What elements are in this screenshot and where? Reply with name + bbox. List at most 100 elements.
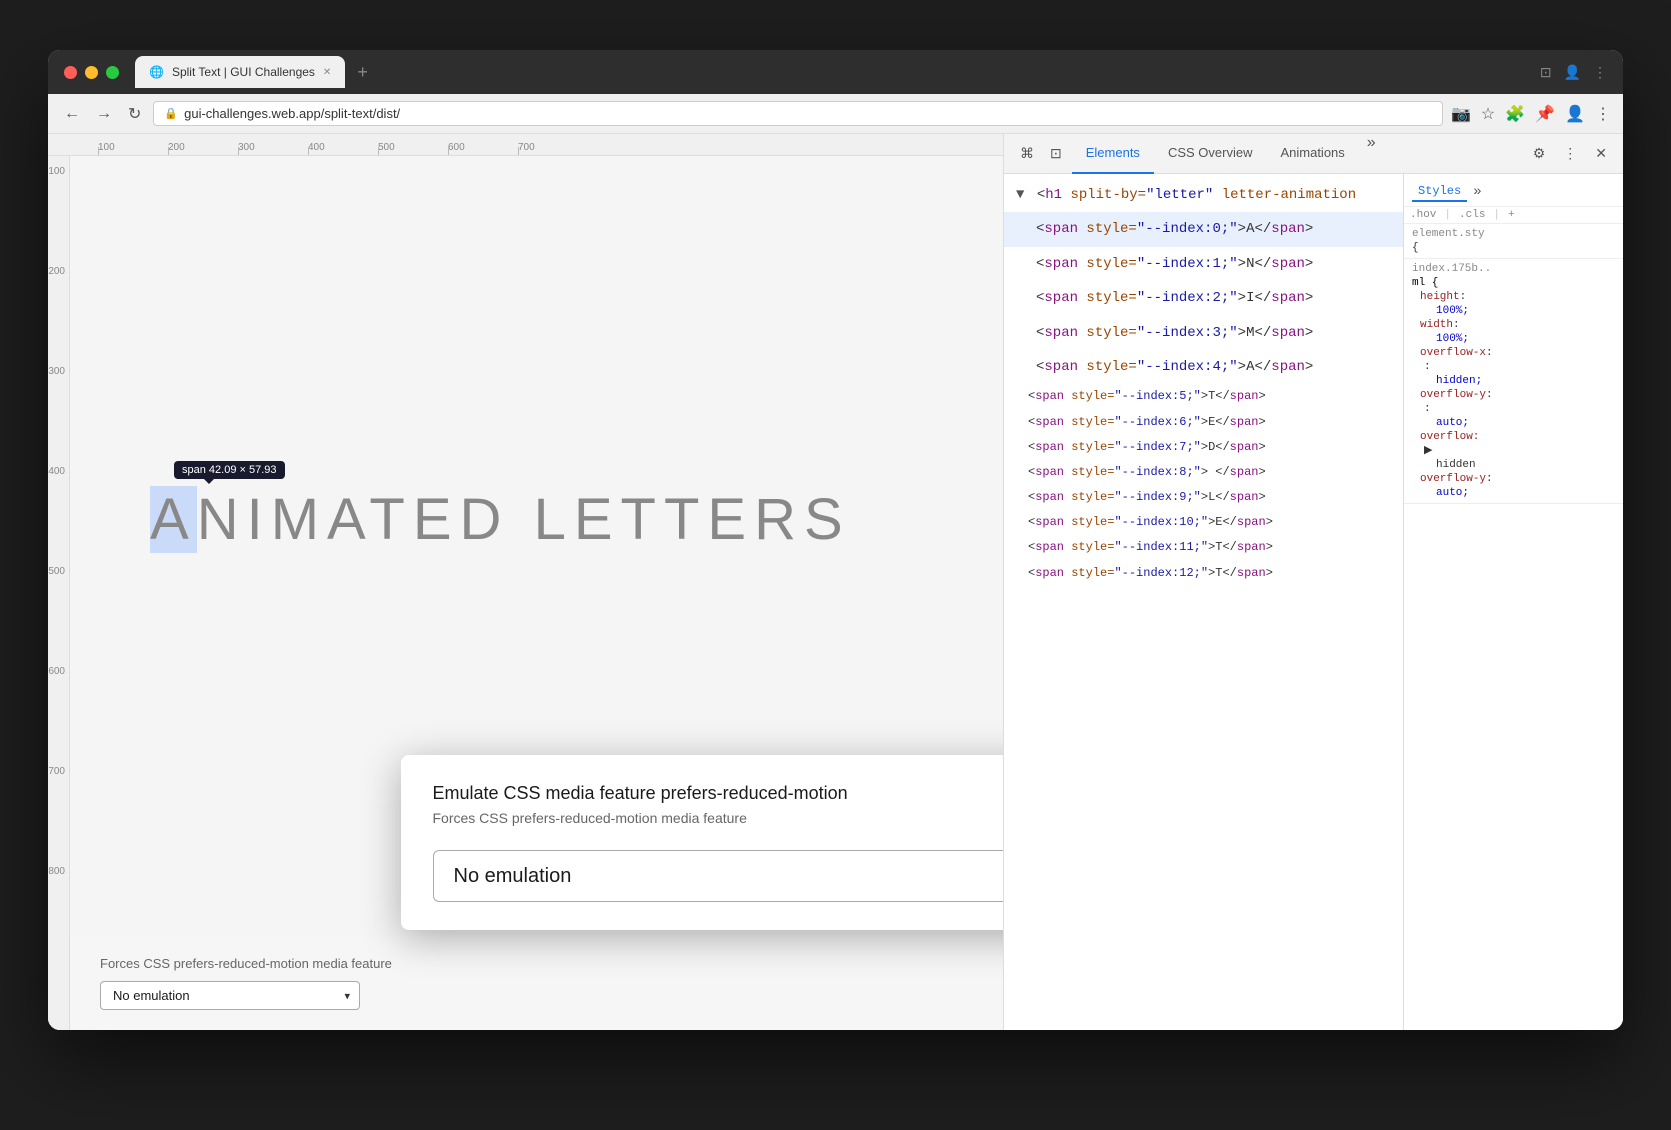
style-element-label: element.sty	[1412, 228, 1615, 240]
maximize-button[interactable]	[106, 66, 119, 79]
emulation-popup-title: Emulate CSS media feature prefers-reduce…	[433, 783, 1004, 804]
bg-emulation-select[interactable]: No emulation prefers-reduced-motion: red…	[100, 981, 360, 1010]
style-html-rule: index.175b.. ml { height: 100%; width:	[1404, 259, 1623, 504]
bookmark-icon[interactable]: ☆	[1481, 104, 1495, 124]
devtools-tab-css-overview[interactable]: CSS Overview	[1154, 134, 1267, 174]
dom-line-h1: ▼ <h1 split-by="letter" letter-animation	[1004, 178, 1403, 212]
style-filter-hov[interactable]: .hov	[1410, 209, 1436, 221]
style-html-source: index.175b..	[1412, 263, 1615, 275]
ruler-mark-600: 600	[448, 142, 518, 155]
url-text: gui-challenges.web.app/split-text/dist/	[184, 106, 400, 121]
tab-favicon: 🌐	[149, 65, 164, 79]
emulation-select[interactable]: No emulation prefers-reduced-motion: red…	[433, 850, 1004, 902]
style-source-text: index.175b..	[1412, 263, 1491, 275]
elements-panel[interactable]: ▼ <h1 split-by="letter" letter-animation…	[1004, 174, 1403, 1030]
cast-icon[interactable]: ⊡	[1540, 64, 1552, 81]
style-prop-height: height: 100%;	[1420, 289, 1615, 317]
ruler-left-mark-300: 300	[48, 366, 69, 466]
dom-line-span-5: <span style="--index:5;">T</span>	[1004, 384, 1403, 409]
style-filter-cls[interactable]: .cls	[1459, 209, 1485, 221]
devtools-tab-animations[interactable]: Animations	[1266, 134, 1358, 174]
dom-line-span-0: <span style="--index:0;">A</span>	[1004, 212, 1403, 246]
ruler-left-mark-400: 400	[48, 466, 69, 566]
letter-e2: E	[574, 487, 621, 552]
devtools-tab-elements[interactable]: Elements	[1072, 134, 1154, 174]
ruler-mark-500: 500	[378, 142, 448, 155]
span-tooltip-text: span 42.09 × 57.93	[182, 464, 277, 476]
screenshot-icon[interactable]: 📷	[1451, 104, 1471, 124]
devtools-tabs: Elements CSS Overview Animations »	[1072, 134, 1523, 174]
dom-line-span-12: <span style="--index:12;">T</span>	[1004, 561, 1403, 586]
style-prop-val-auto: auto;	[1420, 487, 1469, 499]
profile-avatar[interactable]: 👤	[1565, 104, 1585, 124]
letter-a-highlighted: A	[150, 486, 197, 553]
style-prop-name-width: width	[1420, 319, 1453, 331]
style-element-rule: element.sty {	[1404, 224, 1623, 259]
extensions-icon[interactable]: 🧩	[1505, 104, 1525, 124]
address-bar[interactable]: 🔒 gui-challenges.web.app/split-text/dist…	[153, 101, 1443, 126]
styles-panel-header: Styles »	[1404, 178, 1623, 207]
profile-icon[interactable]: 👤	[1564, 64, 1581, 81]
style-colon-2: :	[1420, 403, 1431, 415]
style-selector-text: ml {	[1412, 277, 1438, 289]
letter-n: N	[197, 487, 247, 552]
style-prop-overflow: overflow: ▶ hidden	[1420, 429, 1615, 471]
navbar-actions: 📷 ☆ 🧩 📌 👤 ⋮	[1451, 104, 1611, 124]
devtools-device-toggle[interactable]: ⊡	[1044, 141, 1068, 166]
ruler-mark-300: 300	[238, 142, 308, 155]
style-prop-name-overflow-y: overflow-y	[1420, 389, 1486, 401]
tab-close-button[interactable]: ✕	[323, 67, 331, 78]
style-prop-val-width: 100%;	[1420, 333, 1469, 345]
minimize-button[interactable]	[85, 66, 98, 79]
dom-line-span-7: <span style="--index:7;">D</span>	[1004, 435, 1403, 460]
style-prop-val-hidden: hidden	[1420, 459, 1476, 471]
styles-tab[interactable]: Styles	[1412, 182, 1467, 202]
style-filter-bar: .hov | .cls | +	[1404, 207, 1623, 224]
letter-t: T	[369, 487, 412, 552]
devtools-tabs-more[interactable]: »	[1359, 134, 1384, 174]
devtools-header: ⌘ ⊡ Elements CSS Overview Animations » ⚙…	[1004, 134, 1623, 174]
emulation-select-wrapper: No emulation prefers-reduced-motion: red…	[433, 850, 1004, 902]
pin-icon[interactable]: 📌	[1535, 104, 1555, 124]
letter-e: E	[413, 487, 460, 552]
style-prop-width: width: 100%;	[1420, 317, 1615, 345]
back-button[interactable]: ←	[60, 101, 84, 127]
emulation-popup-subtitle: Forces CSS prefers-reduced-motion media …	[433, 810, 1004, 826]
ruler-top-marks: 100 200 300 400 500 600 700	[98, 142, 588, 155]
letter-t2: T	[621, 487, 664, 552]
triangle-icon: ▼	[1016, 187, 1024, 203]
bg-emulation-label: Forces CSS prefers-reduced-motion media …	[100, 956, 973, 971]
letter-a2: A	[327, 487, 369, 552]
styles-panel: Styles » .hov | .cls | + element.sty {	[1403, 174, 1623, 1030]
devtools-more-button[interactable]: ⋮	[1557, 141, 1583, 166]
menu-icon[interactable]: ⋮	[1593, 64, 1607, 81]
devtools-close-button[interactable]: ✕	[1589, 141, 1613, 166]
refresh-button[interactable]: ↻	[124, 100, 145, 128]
ruler-mark-100: 100	[98, 142, 168, 155]
style-prop-val-overflow-y-val: auto;	[1420, 417, 1469, 429]
devtools-settings-button[interactable]: ⚙	[1527, 141, 1552, 166]
style-prop-name-overflow: overflow:	[1420, 431, 1479, 443]
new-tab-button[interactable]: +	[349, 62, 376, 83]
style-add-rule[interactable]: +	[1508, 209, 1515, 221]
dom-line-span-6: <span style="--index:6;">E</span>	[1004, 410, 1403, 435]
dom-line-span-9: <span style="--index:9;">L</span>	[1004, 485, 1403, 510]
ruler-mark-200: 200	[168, 142, 238, 155]
active-tab[interactable]: 🌐 Split Text | GUI Challenges ✕	[135, 56, 345, 88]
more-menu[interactable]: ⋮	[1595, 104, 1611, 124]
ruler-left-marks: 100 200 300 400 500 600 700 800	[48, 156, 69, 966]
ruler-left-mark-500: 500	[48, 566, 69, 666]
forward-button[interactable]: →	[92, 101, 116, 127]
dom-line-span-10: <span style="--index:10;">E</span>	[1004, 510, 1403, 535]
dom-line-span-2: <span style="--index:2;">I</span>	[1004, 281, 1403, 315]
tab-label: Split Text | GUI Challenges	[172, 65, 315, 79]
bg-emulation-select-wrapper: No emulation prefers-reduced-motion: red…	[100, 981, 360, 1010]
traffic-lights	[64, 66, 119, 79]
dom-line-span-3: <span style="--index:3;">M</span>	[1004, 316, 1403, 350]
devtools-inspect-button[interactable]: ⌘	[1014, 141, 1040, 166]
close-button[interactable]	[64, 66, 77, 79]
styles-more-button[interactable]: »	[1473, 184, 1481, 200]
titlebar: 🌐 Split Text | GUI Challenges ✕ + ⊡ 👤 ⋮	[48, 50, 1623, 94]
style-props-group: height: 100%; width: 100%; overflow-x: :…	[1412, 289, 1615, 499]
style-prop-val-overflow-x-val: hidden;	[1420, 375, 1482, 387]
